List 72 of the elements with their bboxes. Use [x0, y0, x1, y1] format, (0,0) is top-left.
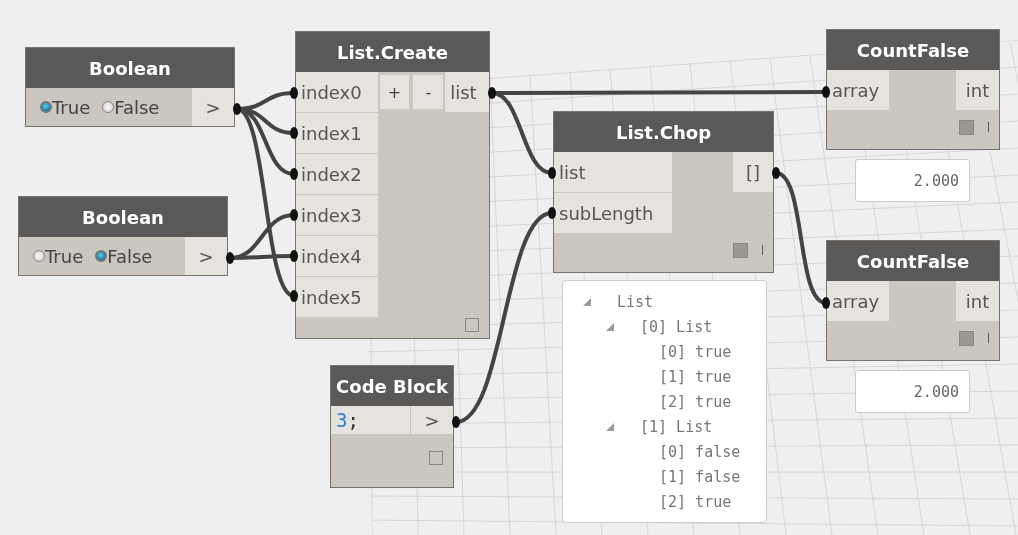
- node-title: CountFalse: [827, 241, 999, 281]
- output-port[interactable]: []: [733, 152, 773, 192]
- port-dot[interactable]: [822, 86, 830, 98]
- port-dot[interactable]: [290, 250, 298, 262]
- node-title: CountFalse: [827, 30, 999, 70]
- node-card[interactable]: Boolean True False >: [18, 196, 228, 276]
- port-dot[interactable]: [488, 87, 496, 99]
- radio-option[interactable]: False: [102, 96, 160, 118]
- output-port[interactable]: >: [192, 88, 234, 126]
- input-port[interactable]: array: [827, 281, 889, 321]
- value-preview: 2.000: [855, 159, 970, 202]
- tree-item: [2] true: [659, 492, 732, 511]
- port-dot[interactable]: [452, 416, 460, 428]
- port-dot[interactable]: [290, 127, 298, 139]
- tree-item: [0] true: [659, 342, 732, 361]
- output-port[interactable]: int: [956, 281, 999, 321]
- input-port[interactable]: index2: [296, 154, 378, 194]
- port-dot[interactable]: [772, 167, 780, 179]
- remove-input-button[interactable]: -: [413, 75, 444, 109]
- expand-icon[interactable]: [583, 297, 591, 306]
- radio-option[interactable]: False: [95, 245, 153, 267]
- input-port[interactable]: index3: [296, 195, 378, 235]
- node-title: Boolean: [26, 48, 234, 88]
- node-card[interactable]: Boolean True False >: [25, 47, 235, 127]
- tree-item: [0] List: [640, 317, 713, 336]
- radio-option[interactable]: True: [40, 96, 91, 118]
- preview-toggle-icon[interactable]: [733, 242, 748, 258]
- node-card[interactable]: List.Create index0 + - list index1 index2 index3 index4 index5: [295, 31, 490, 339]
- input-port[interactable]: list: [554, 152, 672, 192]
- input-port[interactable]: index1: [296, 113, 378, 153]
- output-port[interactable]: int: [956, 70, 999, 110]
- output-port[interactable]: >: [185, 237, 227, 275]
- output-port[interactable]: list: [445, 72, 489, 112]
- expand-icon[interactable]: [606, 422, 614, 431]
- tree-item: [0] false: [659, 442, 741, 461]
- value-preview: 2.000: [855, 370, 970, 413]
- node-title: List.Chop: [554, 112, 773, 152]
- node-card[interactable]: List.Chop list [] subLength: [553, 111, 774, 273]
- code-editor[interactable]: 3;: [331, 406, 410, 434]
- port-dot[interactable]: [822, 297, 830, 309]
- port-dot[interactable]: [290, 87, 298, 99]
- node-title: Boolean: [19, 197, 227, 237]
- input-port[interactable]: index4: [296, 236, 378, 276]
- preview-toggle-icon[interactable]: [465, 318, 479, 332]
- expand-icon[interactable]: [606, 322, 614, 331]
- tree-item: [1] List: [640, 417, 713, 436]
- add-input-button[interactable]: +: [379, 75, 410, 109]
- preview-toggle-icon[interactable]: [959, 119, 974, 135]
- radio-option[interactable]: True: [33, 245, 84, 267]
- port-dot[interactable]: [290, 168, 298, 180]
- port-dot[interactable]: [548, 167, 556, 179]
- tree-item: [1] true: [659, 367, 732, 386]
- preview-toggle-icon[interactable]: [959, 330, 974, 346]
- tree-item: [1] false: [659, 467, 741, 486]
- port-dot[interactable]: [233, 103, 241, 115]
- node-card[interactable]: CountFalse array int: [826, 240, 1000, 361]
- node-title: List.Create: [296, 32, 489, 72]
- tree-item: List: [617, 292, 654, 311]
- input-port[interactable]: array: [827, 70, 889, 110]
- port-dot[interactable]: [548, 207, 556, 219]
- node-card[interactable]: CountFalse array int: [826, 29, 1000, 150]
- node-card[interactable]: Code Block 3; >: [330, 365, 454, 488]
- tree-item: [2] true: [659, 392, 732, 411]
- input-port[interactable]: index0: [296, 72, 378, 112]
- preview-toggle-icon[interactable]: [429, 451, 443, 465]
- node-title: Code Block: [331, 366, 453, 406]
- port-dot[interactable]: [226, 252, 234, 264]
- port-dot[interactable]: [290, 209, 298, 221]
- input-port[interactable]: index5: [296, 277, 378, 317]
- port-dot[interactable]: [290, 290, 298, 302]
- input-port[interactable]: subLength: [554, 193, 672, 233]
- output-port[interactable]: >: [411, 406, 453, 434]
